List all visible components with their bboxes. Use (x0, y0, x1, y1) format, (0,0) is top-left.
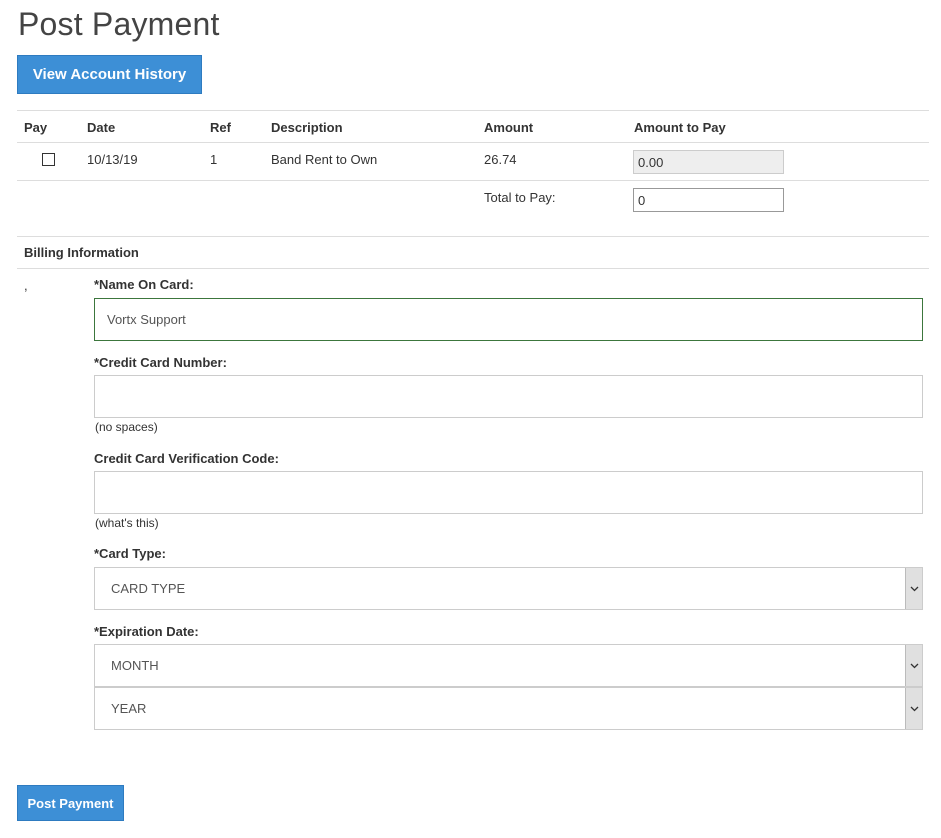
row-ref: 1 (210, 152, 218, 167)
chevron-down-icon (905, 645, 922, 686)
expiration-date-label: *Expiration Date: (94, 624, 199, 639)
header-date: Date (87, 120, 116, 135)
cvv-label: Credit Card Verification Code: (94, 451, 279, 466)
card-type-label: *Card Type: (94, 546, 166, 561)
row-description: Band Rent to Own (271, 152, 378, 167)
divider (17, 142, 929, 143)
billing-information-heading: Billing Information (24, 245, 139, 260)
card-type-select[interactable]: CARD TYPE (94, 567, 923, 610)
credit-card-number-label: *Credit Card Number: (94, 355, 227, 370)
address-placeholder-text: , (24, 278, 28, 293)
header-amount: Amount (484, 120, 534, 135)
divider (17, 110, 929, 111)
name-on-card-label: *Name On Card: (94, 277, 194, 292)
pay-checkbox[interactable] (42, 153, 55, 166)
name-on-card-input[interactable] (94, 298, 923, 341)
post-payment-button[interactable]: Post Payment (17, 785, 124, 821)
row-amount: 26.74 (484, 152, 517, 167)
page-title: Post Payment (18, 6, 220, 42)
expiration-month-value: MONTH (111, 658, 159, 673)
expiration-month-select[interactable]: MONTH (94, 644, 923, 687)
header-pay: Pay (24, 120, 48, 135)
card-type-value: CARD TYPE (111, 581, 186, 596)
divider (17, 236, 929, 237)
header-amount-to-pay: Amount to Pay (634, 120, 726, 135)
divider (17, 268, 929, 269)
chevron-down-icon (905, 688, 922, 729)
amount-to-pay-input[interactable] (633, 150, 784, 174)
total-to-pay-input[interactable] (633, 188, 784, 212)
row-date: 10/13/19 (87, 152, 138, 167)
header-ref: Ref (210, 120, 231, 135)
total-to-pay-label: Total to Pay: (484, 190, 556, 205)
expiration-year-select[interactable]: YEAR (94, 687, 923, 730)
whats-this-link[interactable]: (what's this) (95, 516, 159, 530)
no-spaces-hint: (no spaces) (95, 420, 158, 434)
credit-card-number-input[interactable] (94, 375, 923, 418)
expiration-year-value: YEAR (111, 701, 147, 716)
header-description: Description (271, 120, 343, 135)
cvv-input[interactable] (94, 471, 923, 514)
chevron-down-icon (905, 568, 922, 609)
view-account-history-button[interactable]: View Account History (17, 55, 202, 94)
divider (17, 180, 929, 181)
